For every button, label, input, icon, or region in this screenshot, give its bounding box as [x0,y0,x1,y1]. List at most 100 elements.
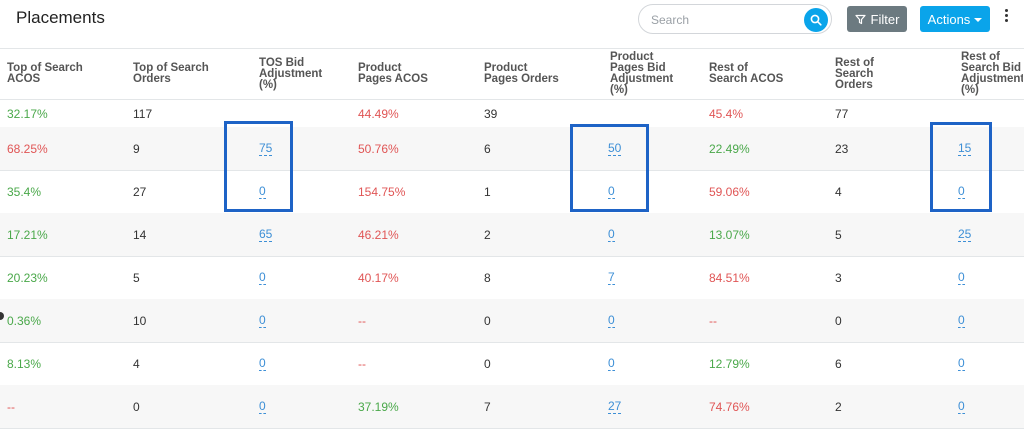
editable-tos-bid-link[interactable]: 65 [259,227,273,242]
cell-tos-acos: 35.4% [7,170,41,213]
cell-tos-orders: 0 [133,385,140,428]
cell-tos-bid: 0 [259,299,266,342]
column-header-tos-bid-adjustment[interactable]: TOS Bid Adjustment (%) [259,49,339,99]
cell-tos-orders: 5 [133,256,140,299]
column-header-ros-bid-adjustment[interactable]: Rest of Search Bid Adjustment (%) [961,49,1023,99]
editable-pp-bid-link[interactable]: 0 [608,227,615,242]
cell-tos-orders: 9 [133,127,140,170]
cell-pp-orders: 6 [484,127,491,170]
column-header-tos-acos[interactable]: Top of Search ACOS [7,49,117,99]
cell-pp-bid: 7 [608,256,615,299]
editable-tos-bid-link[interactable]: 0 [259,270,266,285]
editable-pp-bid-link[interactable]: 7 [608,270,615,285]
cell-tos-bid: 0 [259,256,266,299]
more-options-icon[interactable] [1003,9,1009,29]
cell-value: 4 [133,356,140,371]
highlight-box-pp-bid [570,124,649,212]
table-row: 0.36% 10 0 -- 0 0 -- 0 0 [0,299,1024,343]
cell-ros-acos: 84.51% [709,256,750,299]
cell-tos-orders: 4 [133,342,140,385]
cell-value: 68.25% [7,141,48,156]
search-button[interactable] [804,8,828,32]
editable-pp-bid-link[interactable]: 27 [608,399,622,414]
caret-down-icon [974,17,983,22]
filter-button[interactable]: Filter [847,6,907,32]
filter-icon [854,14,866,24]
cell-value: 32.17% [7,106,48,121]
cell-tos-bid: 65 [259,213,273,256]
search-input[interactable] [649,9,803,31]
cell-value: 44.49% [358,106,399,121]
search-box[interactable] [638,4,832,34]
cell-value: 39 [484,106,498,121]
cell-value: -- [7,399,15,414]
cell-pp-acos: -- [358,299,366,342]
cell-value: 10 [133,313,147,328]
editable-ros-bid-link[interactable]: 0 [958,356,965,371]
cell-value: 117 [133,106,153,121]
column-header-tos-orders[interactable]: Top of Search Orders [133,49,223,99]
cell-value: 0.36% [7,313,42,328]
cell-pp-acos: 50.76% [358,127,399,170]
cell-value: 45.4% [709,106,744,121]
cell-pp-acos: -- [358,342,366,385]
cell-value: 20.23% [7,270,48,285]
table-header: Top of Search ACOS Top of Search Orders … [0,49,1024,100]
cell-ros-orders: 5 [835,213,842,256]
editable-ros-bid-link[interactable]: 0 [958,313,965,328]
cell-value: 40.17% [358,270,399,285]
column-header-ros-acos[interactable]: Rest of Search ACOS [709,49,789,99]
editable-pp-bid-link[interactable]: 0 [608,356,615,371]
column-header-ros-orders[interactable]: Rest of Search Orders [835,49,897,99]
column-header-pp-acos[interactable]: Product Pages ACOS [358,49,438,99]
cell-value: 5 [133,270,140,285]
cell-value: 3 [835,270,842,285]
editable-pp-bid-link[interactable]: 0 [608,313,615,328]
table-row: 20.23% 5 0 40.17% 8 7 84.51% 3 0 [0,256,1024,300]
cell-value: 46.21% [358,227,399,242]
table-row: 17.21% 14 65 46.21% 2 0 13.07% 5 25 [0,213,1024,257]
table-row: 68.25% 9 75 50.76% 6 50 22.49% 23 15 [0,127,1024,171]
editable-tos-bid-link[interactable]: 0 [259,313,266,328]
editable-ros-bid-link[interactable]: 0 [958,270,965,285]
cell-pp-orders: 0 [484,342,491,385]
editable-tos-bid-link[interactable]: 0 [259,399,266,414]
cell-tos-acos: 32.17% [7,100,48,127]
cell-value: 14 [133,227,147,242]
cell-tos-orders: 14 [133,213,146,256]
cell-value: 13.07% [709,227,750,242]
editable-tos-bid-link[interactable]: 0 [259,356,266,371]
cell-ros-orders: 77 [835,100,848,127]
cell-ros-orders: 2 [835,385,842,428]
cell-value: 23 [835,141,849,156]
cell-ros-acos: 59.06% [709,170,750,213]
table-row: 35.4% 27 0 154.75% 1 0 59.06% 4 0 [0,170,1024,214]
cell-ros-acos: 12.79% [709,342,750,385]
editable-ros-bid-link[interactable]: 25 [958,227,972,242]
editable-ros-bid-link[interactable]: 0 [958,399,965,414]
cell-value: 8.13% [7,356,42,371]
actions-dropdown-button[interactable]: Actions [920,6,990,32]
cell-tos-acos: -- [7,385,15,428]
cell-pp-bid: 0 [608,342,615,385]
column-header-pp-bid-adjustment[interactable]: Product Pages Bid Adjustment (%) [610,49,673,99]
filter-button-label: Filter [870,11,900,27]
cell-pp-acos: 37.19% [358,385,399,428]
cell-pp-orders: 8 [484,256,491,299]
cell-pp-orders: 1 [484,170,491,213]
cell-pp-orders: 7 [484,385,491,428]
cell-tos-acos: 17.21% [7,213,48,256]
cell-value: 37.19% [358,399,399,414]
cell-ros-orders: 6 [835,342,842,385]
actions-button-label: Actions [927,11,971,27]
cell-value: 2 [835,399,842,414]
cell-tos-bid: 0 [259,342,266,385]
cell-pp-orders: 0 [484,299,491,342]
cell-value: 9 [133,141,140,156]
column-header-pp-orders[interactable]: Product Pages Orders [484,49,564,99]
cell-ros-acos: 22.49% [709,127,750,170]
cell-value: 4 [835,184,842,199]
cell-value: 17.21% [7,227,48,242]
cell-ros-acos: -- [709,299,717,342]
cell-value: 77 [835,106,849,121]
